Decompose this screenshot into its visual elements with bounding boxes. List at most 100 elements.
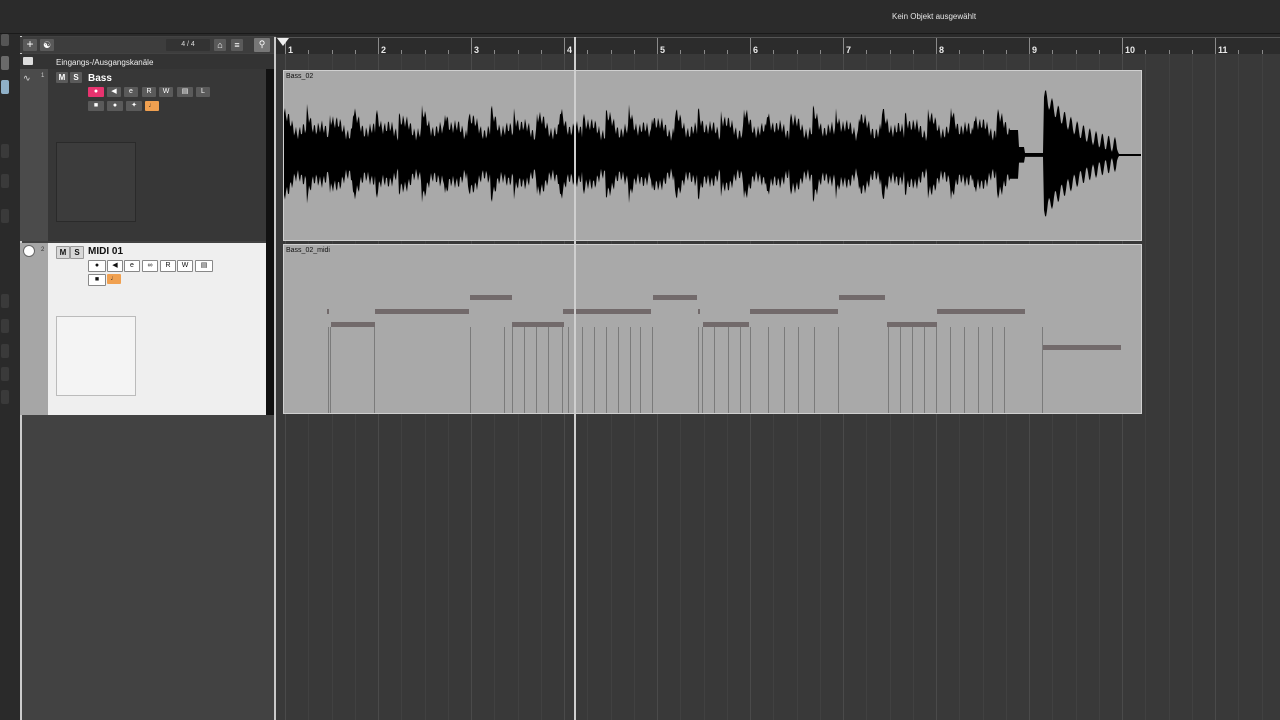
- ruler-bar-tick: [657, 38, 658, 55]
- velocity-line: [814, 327, 815, 413]
- solo-button[interactable]: S: [70, 72, 82, 83]
- velocity-line: [1042, 327, 1043, 413]
- monitor-button[interactable]: ◀: [107, 87, 121, 97]
- midi-note[interactable]: [563, 309, 651, 314]
- audio-track-icon: ∿: [23, 73, 31, 83]
- midi-note[interactable]: [703, 322, 749, 327]
- search-icon[interactable]: ⚲: [254, 38, 270, 52]
- velocity-line: [900, 327, 901, 413]
- status-bar: [0, 0, 1280, 34]
- solo-button[interactable]: S: [70, 246, 84, 259]
- velocity-line: [702, 327, 703, 413]
- midi-note[interactable]: [839, 295, 885, 300]
- read-automation-button[interactable]: R: [160, 260, 176, 272]
- freeze-icon[interactable]: ●: [107, 101, 123, 111]
- midi-note[interactable]: [331, 322, 375, 327]
- velocity-line: [548, 327, 549, 413]
- zone-toggle-button[interactable]: [1, 209, 9, 223]
- track-list-toolbar: + ☯ 4 / 4 ⌂ ≡ ⚲: [20, 37, 274, 53]
- midi-note[interactable]: [1043, 345, 1121, 350]
- zone-toggle-button[interactable]: [1, 144, 9, 158]
- zone-toggle-button[interactable]: [1, 294, 9, 308]
- record-enable-button[interactable]: ●: [88, 87, 104, 97]
- left-locator-marker[interactable]: [277, 38, 289, 46]
- add-track-button[interactable]: +: [23, 38, 37, 51]
- velocity-line: [924, 327, 925, 413]
- grid-line: [1238, 54, 1240, 720]
- velocity-line: [328, 327, 329, 413]
- track-picture-slot[interactable]: [56, 316, 136, 396]
- lane-button[interactable]: L: [196, 87, 210, 97]
- midi-note[interactable]: [653, 295, 697, 300]
- midi-note[interactable]: [750, 309, 838, 314]
- velocity-line: [618, 327, 619, 413]
- midi-note[interactable]: [512, 322, 564, 327]
- velocity-line: [750, 327, 751, 413]
- write-automation-button[interactable]: W: [177, 260, 193, 272]
- zone-toggle-button[interactable]: [1, 390, 9, 404]
- project-cursor[interactable]: [574, 37, 576, 720]
- folder-track-title: Eingangs-/Ausgangskanäle: [56, 58, 154, 67]
- velocity-line: [652, 327, 653, 413]
- velocity-line: [640, 327, 641, 413]
- monitor-button[interactable]: ◀: [107, 260, 123, 272]
- audio-event[interactable]: Bass_02: [283, 70, 1142, 241]
- midi-note[interactable]: [937, 309, 1025, 314]
- event-name: Bass_02_midi: [286, 247, 330, 254]
- note-icon[interactable]: ♩: [145, 101, 159, 111]
- lanes-icon[interactable]: ▤: [177, 87, 193, 97]
- track-name[interactable]: MIDI 01: [88, 246, 123, 257]
- grid-line: [1168, 54, 1170, 720]
- zone-toggle-button[interactable]: [1, 80, 9, 94]
- ruler-bar-tick: [750, 38, 751, 55]
- ruler[interactable]: 1 2 3 4 5 6 7 8 9 10 11: [276, 37, 1280, 55]
- note-icon[interactable]: ♩: [107, 274, 121, 284]
- velocity-line: [714, 327, 715, 413]
- lock-icon[interactable]: ■: [88, 101, 104, 111]
- track-name[interactable]: Bass: [88, 73, 112, 84]
- velocity-line: [606, 327, 607, 413]
- home-icon[interactable]: ⌂: [214, 39, 226, 51]
- midi-note[interactable]: [470, 295, 512, 300]
- lock-icon[interactable]: ■: [88, 274, 106, 286]
- grid-line: [1191, 54, 1193, 720]
- velocity-line: [964, 327, 965, 413]
- mute-button[interactable]: M: [56, 72, 68, 83]
- zone-toggle-button[interactable]: [1, 344, 9, 358]
- midi-fx-icon[interactable]: ∞: [142, 260, 158, 272]
- menu-icon[interactable]: [1, 34, 9, 46]
- velocity-line: [562, 327, 563, 413]
- zone-toggle-button[interactable]: [1, 319, 9, 333]
- tracklist-splitter[interactable]: [266, 69, 274, 415]
- edit-button[interactable]: e: [124, 260, 140, 272]
- velocity-line: [330, 327, 331, 413]
- list-icon[interactable]: ≡: [231, 39, 243, 51]
- midi-note[interactable]: [698, 309, 700, 314]
- write-automation-button[interactable]: W: [159, 87, 173, 97]
- zone-toggle-button[interactable]: [1, 367, 9, 381]
- velocity-line: [992, 327, 993, 413]
- track-picture-slot[interactable]: [56, 142, 136, 222]
- velocity-line: [1004, 327, 1005, 413]
- grid-line: [1145, 54, 1147, 720]
- velocity-line: [524, 327, 525, 413]
- read-automation-button[interactable]: R: [142, 87, 156, 97]
- zone-toggle-button[interactable]: [1, 174, 9, 188]
- midi-track-icon: [23, 245, 35, 257]
- midi-part[interactable]: Bass_02_midi: [283, 244, 1142, 414]
- edit-button[interactable]: e: [124, 87, 138, 97]
- time-signature-field[interactable]: 4 / 4: [166, 39, 210, 51]
- midi-note[interactable]: [375, 309, 469, 314]
- lanes-icon[interactable]: ▤: [195, 260, 213, 272]
- add-track-from-preset-button[interactable]: ☯: [40, 39, 54, 51]
- mute-button[interactable]: M: [56, 246, 70, 259]
- midi-note[interactable]: [327, 309, 329, 314]
- left-zone-strip: [0, 34, 17, 720]
- timebase-icon[interactable]: ✦: [126, 101, 142, 111]
- ruler-bar-tick: [1122, 38, 1123, 55]
- ruler-bar-tick: [843, 38, 844, 55]
- zone-toggle-button[interactable]: [1, 56, 9, 70]
- grid-line: [1215, 54, 1216, 720]
- record-enable-button[interactable]: ●: [88, 260, 106, 272]
- velocity-line: [504, 327, 505, 413]
